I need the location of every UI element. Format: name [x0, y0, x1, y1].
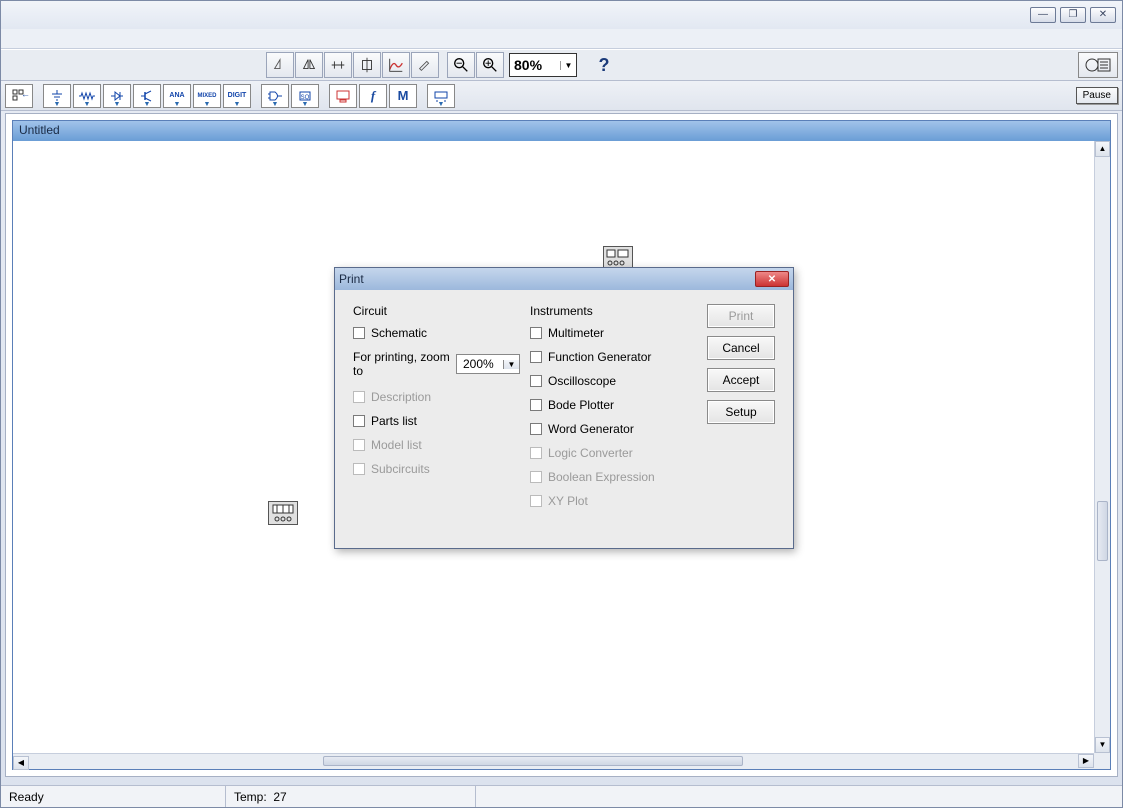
function-icon[interactable]: f: [359, 84, 387, 108]
zoom-in-icon[interactable]: [476, 52, 504, 78]
flip-v-icon[interactable]: [324, 52, 352, 78]
word-gen-checkbox[interactable]: Word Generator: [530, 422, 697, 436]
description-checkbox: Description: [353, 390, 520, 404]
accept-button[interactable]: Accept: [707, 368, 775, 392]
titlebar: — ❐ ✕: [1, 1, 1122, 29]
m-icon[interactable]: M: [389, 84, 417, 108]
graph-icon[interactable]: [382, 52, 410, 78]
bode-checkbox[interactable]: Bode Plotter: [530, 398, 697, 412]
horizontal-scrollbar[interactable]: ◀ ▶: [13, 753, 1094, 769]
ground-icon[interactable]: ▼: [43, 84, 71, 108]
subcircuits-checkbox: Subcircuits: [353, 462, 520, 476]
scroll-down-icon[interactable]: ▼: [1095, 737, 1110, 753]
minimize-button[interactable]: —: [1030, 7, 1056, 23]
pause-button[interactable]: Pause: [1076, 87, 1118, 104]
scroll-right-icon[interactable]: ▶: [1078, 754, 1094, 768]
print-zoom-select[interactable]: 200%▼: [456, 354, 520, 374]
dialog-title-text: Print: [339, 272, 364, 286]
print-button: Print: [707, 304, 775, 328]
oscilloscope-checkbox[interactable]: Oscilloscope: [530, 374, 697, 388]
scroll-corner: [1094, 753, 1110, 769]
bool-expr-checkbox: Boolean Expression: [530, 470, 697, 484]
toolbar-main: ▼ ?: [1, 49, 1122, 81]
multimeter-checkbox[interactable]: Multimeter: [530, 326, 697, 340]
dialog-titlebar[interactable]: Print ✕: [335, 268, 793, 290]
scroll-thumb[interactable]: [323, 756, 743, 766]
display-icon[interactable]: [329, 84, 357, 108]
flip-h-icon[interactable]: [295, 52, 323, 78]
analog-ic-icon[interactable]: ANA▼: [163, 84, 191, 108]
schematic-checkbox[interactable]: Schematic: [353, 326, 520, 340]
mixed-ic-icon[interactable]: MIXED▼: [193, 84, 221, 108]
dialog-close-icon[interactable]: ✕: [755, 271, 789, 287]
gate-icon[interactable]: ▼: [261, 84, 289, 108]
close-button[interactable]: ✕: [1090, 7, 1116, 23]
main-window: — ❐ ✕ ▼ ? ← ▼ ▼ ▼ ▼ ANA▼ MIXED▼ DI: [0, 0, 1123, 808]
toolbar-components: ← ▼ ▼ ▼ ▼ ANA▼ MIXED▼ DIGIT▼ ▼ SQ▼ f M ▼…: [1, 81, 1122, 111]
statusbar: Ready Temp: 27: [1, 785, 1122, 807]
circuit-label: Circuit: [353, 304, 520, 318]
setup-button[interactable]: Setup: [707, 400, 775, 424]
component-icon[interactable]: [268, 501, 298, 525]
print-zoom-label: For printing, zoom to: [353, 350, 450, 378]
instruments-label: Instruments: [530, 304, 697, 318]
scroll-left-icon[interactable]: ◀: [13, 756, 29, 770]
transistor-icon[interactable]: ▼: [133, 84, 161, 108]
zoom-combo[interactable]: ▼: [509, 53, 577, 77]
chevron-down-icon[interactable]: ▼: [503, 360, 519, 369]
zoom-input[interactable]: [510, 57, 560, 73]
status-ready: Ready: [1, 786, 226, 807]
print-dialog: Print ✕ Circuit Schematic For printing, …: [334, 267, 794, 549]
resistor-icon[interactable]: ▼: [73, 84, 101, 108]
align-icon[interactable]: [353, 52, 381, 78]
digital-ic-icon[interactable]: DIGIT▼: [223, 84, 251, 108]
grid-icon[interactable]: ←: [5, 84, 33, 108]
diode-icon[interactable]: ▼: [103, 84, 131, 108]
scroll-thumb[interactable]: [1097, 501, 1108, 561]
func-gen-checkbox[interactable]: Function Generator: [530, 350, 697, 364]
dialog-buttons: Print Cancel Accept Setup: [707, 304, 775, 518]
status-temp: Temp: 27: [226, 786, 476, 807]
scroll-up-icon[interactable]: ▲: [1095, 141, 1110, 157]
cancel-button[interactable]: Cancel: [707, 336, 775, 360]
help-icon[interactable]: ?: [590, 52, 618, 78]
vertical-scrollbar[interactable]: ▲ ▼: [1094, 141, 1110, 753]
model-list-checkbox: Model list: [353, 438, 520, 452]
circuit-column: Circuit Schematic For printing, zoom to …: [353, 304, 520, 518]
maximize-button[interactable]: ❐: [1060, 7, 1086, 23]
child-title: Untitled: [13, 121, 1110, 141]
xy-plot-checkbox: XY Plot: [530, 494, 697, 508]
instrument-icon[interactable]: ▼: [427, 84, 455, 108]
menubar[interactable]: [1, 29, 1122, 49]
rotate-left-icon[interactable]: [266, 52, 294, 78]
instruments-column: Instruments Multimeter Function Generato…: [530, 304, 697, 518]
zoom-out-icon[interactable]: [447, 52, 475, 78]
edit-icon[interactable]: [411, 52, 439, 78]
chevron-down-icon[interactable]: ▼: [560, 61, 576, 70]
parts-list-checkbox[interactable]: Parts list: [353, 414, 520, 428]
indicator-icon[interactable]: SQ▼: [291, 84, 319, 108]
power-switch-icon[interactable]: [1078, 52, 1118, 78]
logic-conv-checkbox: Logic Converter: [530, 446, 697, 460]
